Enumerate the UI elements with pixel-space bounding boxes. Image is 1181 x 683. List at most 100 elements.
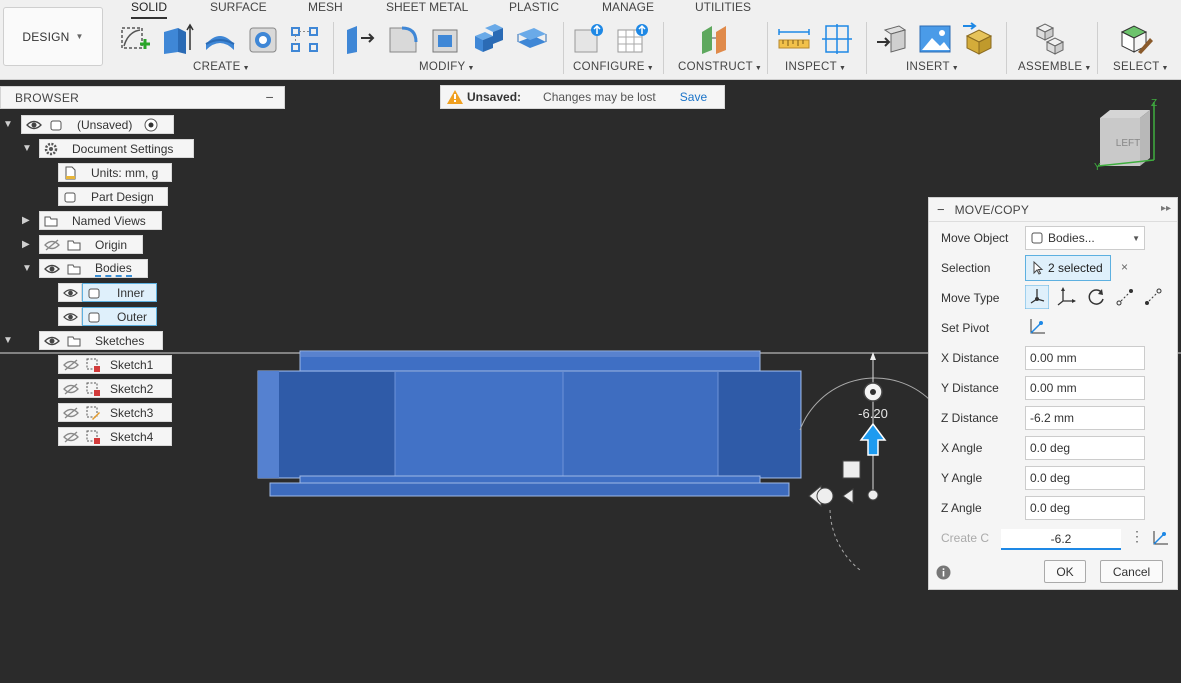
browser-item-bodies[interactable]: Bodies [39, 259, 148, 278]
eye-hidden-icon[interactable] [63, 431, 79, 443]
eye-hidden-icon[interactable] [44, 239, 60, 251]
configure-icon[interactable] [573, 22, 607, 56]
chevron-down-icon[interactable]: ▼ [22, 143, 32, 154]
chevron-down-icon[interactable]: ▼ [3, 335, 13, 346]
browser-item-origin[interactable]: Origin [39, 235, 143, 254]
inner-visibility[interactable] [58, 283, 82, 302]
chevron-down-icon[interactable]: ▼ [22, 263, 32, 274]
select-icon[interactable] [1120, 22, 1154, 56]
group-create[interactable]: CREATE ▼ [193, 61, 250, 73]
group-assemble[interactable]: ASSEMBLE ▼ [1018, 61, 1092, 73]
group-select[interactable]: SELECT ▼ [1113, 61, 1169, 73]
eye-hidden-icon[interactable] [63, 359, 79, 371]
collapse-icon[interactable]: − [266, 89, 274, 105]
group-construct[interactable]: CONSTRUCT ▼ [678, 61, 762, 73]
browser-root-node[interactable]: (Unsaved) [21, 115, 174, 134]
browser-item-sketch1[interactable]: Sketch1 [58, 355, 172, 374]
browser-item-units[interactable]: Units: mm, g [58, 163, 172, 182]
eye-icon[interactable] [63, 287, 78, 299]
group-modify[interactable]: MODIFY ▼ [419, 61, 475, 73]
z-distance-input[interactable]: -6.2 mm [1025, 406, 1145, 430]
shell-icon[interactable] [429, 22, 463, 56]
insert-mesh-icon[interactable] [961, 22, 995, 56]
set-pivot-icon[interactable] [1027, 317, 1047, 337]
offset-plane-icon[interactable] [698, 22, 732, 56]
save-link[interactable]: Save [680, 90, 707, 104]
configuration-table-icon[interactable] [616, 22, 650, 56]
outer-visibility[interactable] [58, 307, 82, 326]
dialog-header[interactable]: − MOVE/COPY ▸▸ [929, 198, 1177, 222]
free-move-icon[interactable] [1025, 285, 1049, 309]
gizmo-value-label: -6.20 [858, 406, 888, 421]
eye-icon[interactable] [44, 263, 60, 275]
browser-item-part-design[interactable]: Part Design [58, 187, 168, 206]
browser-item-outer[interactable]: Outer [82, 307, 157, 326]
translate-icon[interactable] [1055, 285, 1079, 309]
ok-button[interactable]: OK [1044, 560, 1086, 583]
clear-selection-icon[interactable]: × [1121, 260, 1128, 274]
measure-icon[interactable] [777, 22, 811, 56]
chevron-down-icon[interactable]: ▼ [3, 119, 13, 130]
y-angle-input[interactable]: 0.0 deg [1025, 466, 1145, 490]
viewcube[interactable]: LEFT Z Y [1088, 96, 1164, 172]
activate-radio-icon[interactable] [144, 118, 158, 132]
tab-mesh[interactable]: MESH [308, 0, 343, 14]
chevron-right-icon[interactable]: ▶ [22, 215, 30, 226]
tab-sheet-metal[interactable]: SHEET METAL [386, 0, 468, 14]
rotate-icon[interactable] [1084, 285, 1108, 309]
group-insert[interactable]: INSERT ▼ [906, 61, 959, 73]
browser-item-document-settings[interactable]: Document Settings [39, 139, 194, 158]
axis-pivot-icon[interactable] [1151, 529, 1169, 547]
minimize-icon[interactable]: − [937, 202, 945, 217]
group-configure[interactable]: CONFIGURE ▼ [573, 61, 654, 73]
expand-icon[interactable]: ▸▸ [1161, 203, 1171, 214]
fillet-icon[interactable] [386, 22, 420, 56]
z-angle-input[interactable]: 0.0 deg [1025, 496, 1145, 520]
selection-button[interactable]: 2 selected [1025, 255, 1111, 281]
eye-hidden-icon[interactable] [63, 407, 79, 419]
insert-image-icon[interactable] [918, 22, 952, 56]
browser-item-inner[interactable]: Inner [82, 283, 157, 302]
x-distance-input[interactable]: 0.00 mm [1025, 346, 1145, 370]
tab-surface[interactable]: SURFACE [210, 0, 267, 14]
hole-icon[interactable] [246, 22, 280, 56]
move-object-dropdown[interactable]: Bodies... ▼ [1025, 226, 1145, 250]
browser-panel-header[interactable]: BROWSER − [0, 86, 285, 109]
cancel-button[interactable]: Cancel [1100, 560, 1163, 583]
eye-hidden-icon[interactable] [63, 383, 79, 395]
browser-item-named-views[interactable]: Named Views [39, 211, 162, 230]
tab-manage[interactable]: MANAGE [602, 0, 654, 14]
y-angle-label: Y Angle [941, 471, 983, 485]
combine-icon[interactable] [471, 22, 505, 56]
point-to-position-icon[interactable] [1141, 285, 1165, 309]
browser-item-sketch4[interactable]: Sketch4 [58, 427, 172, 446]
new-component-icon[interactable] [1033, 22, 1067, 56]
point-to-point-icon[interactable] [1113, 285, 1137, 309]
x-angle-input[interactable]: 0.0 deg [1025, 436, 1145, 460]
tab-utilities[interactable]: UTILITIES [695, 0, 751, 14]
y-distance-input[interactable]: 0.00 mm [1025, 376, 1145, 400]
browser-item-sketches[interactable]: Sketches [39, 331, 163, 350]
pattern-icon[interactable] [288, 22, 322, 56]
insert-derive-icon[interactable] [875, 22, 909, 56]
group-inspect[interactable]: INSPECT ▼ [785, 61, 846, 73]
press-pull-icon[interactable] [343, 22, 377, 56]
browser-item-sketch3[interactable]: Sketch3 [58, 403, 172, 422]
chevron-right-icon[interactable]: ▶ [22, 239, 30, 250]
inline-value-input[interactable]: -6.2 [1001, 529, 1121, 550]
section-analysis-icon[interactable] [820, 22, 854, 56]
eye-icon[interactable] [44, 335, 60, 347]
x-rotate-ring [816, 487, 834, 505]
tab-plastic[interactable]: PLASTIC [509, 0, 559, 14]
info-icon[interactable] [936, 565, 951, 580]
create-sketch-icon[interactable] [118, 22, 152, 56]
browser-item-sketch2[interactable]: Sketch2 [58, 379, 172, 398]
revolve-icon[interactable] [203, 22, 237, 56]
eye-icon[interactable] [63, 311, 78, 323]
more-options-icon[interactable]: ⋮ [1130, 528, 1144, 545]
extrude-icon[interactable] [160, 22, 194, 56]
offset-face-icon[interactable] [514, 22, 548, 56]
eye-icon[interactable] [26, 119, 42, 131]
tab-solid[interactable]: SOLID [131, 0, 168, 19]
workspace-dropdown[interactable]: DESIGN ▼ [3, 7, 103, 66]
